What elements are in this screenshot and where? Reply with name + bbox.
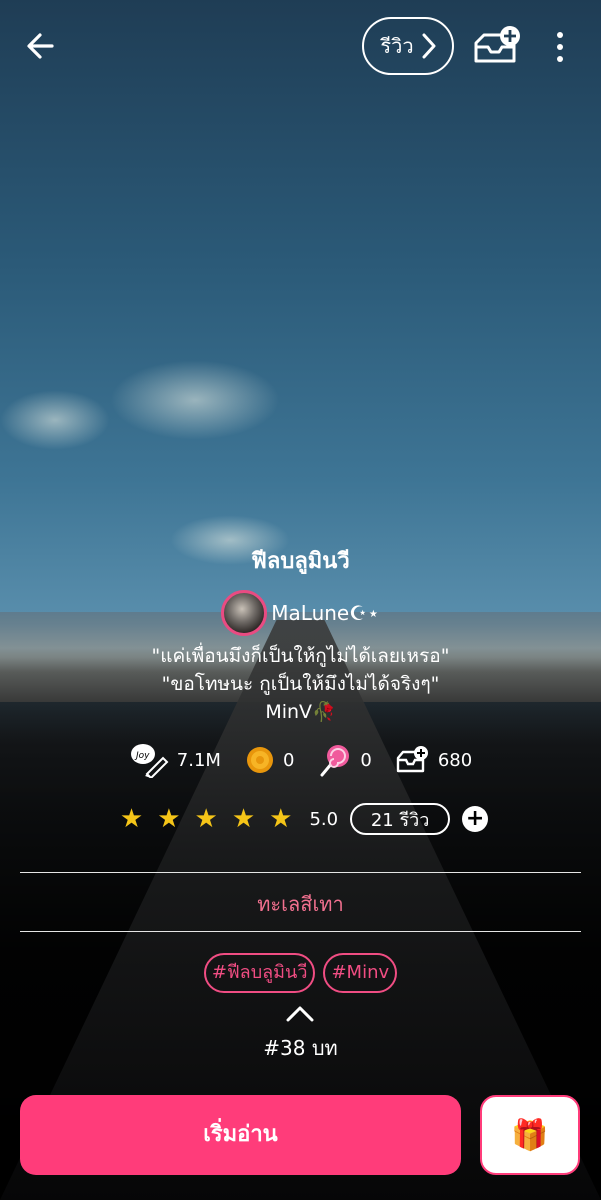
more-vertical-icon (557, 32, 563, 62)
coins-count: 0 (282, 749, 295, 771)
coin-icon (246, 747, 273, 773)
novel-info: ฟีลบลูมินวี MaLune☪︎⋆ "แค่เพื่อนมึงก็เป็… (0, 540, 601, 836)
description-line: MinV🥀 (265, 701, 336, 723)
star-icon: ★ (194, 804, 218, 834)
novel-description: "แค่เพื่อนมึงก็เป็นให้กูไม่ได้เลยเหรอ" "… (0, 642, 601, 726)
star-icon: ★ (119, 804, 144, 834)
novel-title: ฟีลบลูมินวี (251, 549, 350, 574)
description-line: "แค่เพื่อนมึงก็เป็นให้กูไม่ได้เลยเหรอ" (151, 645, 450, 667)
rating-row: ★ ★ ★ ★ ★ 5.0 21 รีวิว + (0, 802, 601, 836)
svg-text:Joy: Joy (134, 751, 150, 761)
divider (20, 931, 581, 932)
lollipop-icon (320, 745, 350, 777)
review-button-label: รีวิว (380, 34, 414, 58)
back-button[interactable] (22, 28, 58, 64)
chevron-right-icon (422, 33, 436, 59)
star-icon: ★ (157, 804, 181, 834)
review-button[interactable]: รีวิว (362, 17, 454, 75)
add-to-library-button[interactable] (472, 25, 524, 69)
cloud (0, 390, 110, 450)
more-options-button[interactable] (548, 28, 572, 66)
start-reading-button[interactable]: เริ่มอ่าน (20, 1095, 461, 1175)
candies-stat: 0 (318, 743, 372, 777)
expand-button[interactable] (284, 1002, 316, 1026)
views-icon: Joy (130, 744, 169, 778)
episode-count: #38 บท (263, 1036, 338, 1060)
chevron-up-icon (286, 1006, 314, 1022)
plus-icon: + (465, 806, 485, 831)
star-icon: ★ (231, 804, 256, 834)
views-count: 7.1M (176, 749, 221, 771)
library-count: 680 (437, 749, 473, 771)
review-count-button[interactable]: 21 รีวิว (350, 803, 451, 835)
views-stat: Joy 7.1M (129, 742, 221, 778)
library-stat: 680 (396, 745, 472, 775)
add-to-library-icon (396, 746, 428, 773)
arrow-left-icon (27, 33, 54, 59)
author-name[interactable]: MaLune☪︎⋆ (271, 601, 379, 625)
coins-stat: 0 (245, 745, 294, 775)
candies-count: 0 (360, 749, 372, 771)
rating-value: 5.0 (309, 808, 339, 830)
tag-chip[interactable]: #ฟีลบลูมินวี (203, 953, 316, 993)
category-link[interactable]: ทะเลสีเทา (0, 882, 601, 926)
divider (20, 872, 581, 873)
gift-button[interactable]: 🎁 (480, 1095, 580, 1175)
add-review-button[interactable]: + (462, 806, 489, 832)
review-count-label: 21 รีวิว (370, 809, 430, 831)
author-avatar[interactable] (221, 590, 268, 636)
stats-row: Joy 7.1M 0 0 680 (0, 740, 601, 780)
cloud (110, 360, 280, 440)
star-icon: ★ (269, 804, 293, 834)
tag-list: #ฟีลบลูมินวี #Minv (0, 953, 601, 993)
author-row[interactable]: MaLune☪︎⋆ (0, 590, 601, 636)
add-to-library-icon (474, 26, 520, 63)
top-bar: รีวิว (0, 0, 601, 92)
tag-chip[interactable]: #Minv (323, 953, 398, 993)
gift-icon: 🎁 (511, 1117, 549, 1153)
description-line: "ขอโทษนะ กูเป็นให้มึงไม่ได้จริงๆ" (161, 673, 440, 695)
